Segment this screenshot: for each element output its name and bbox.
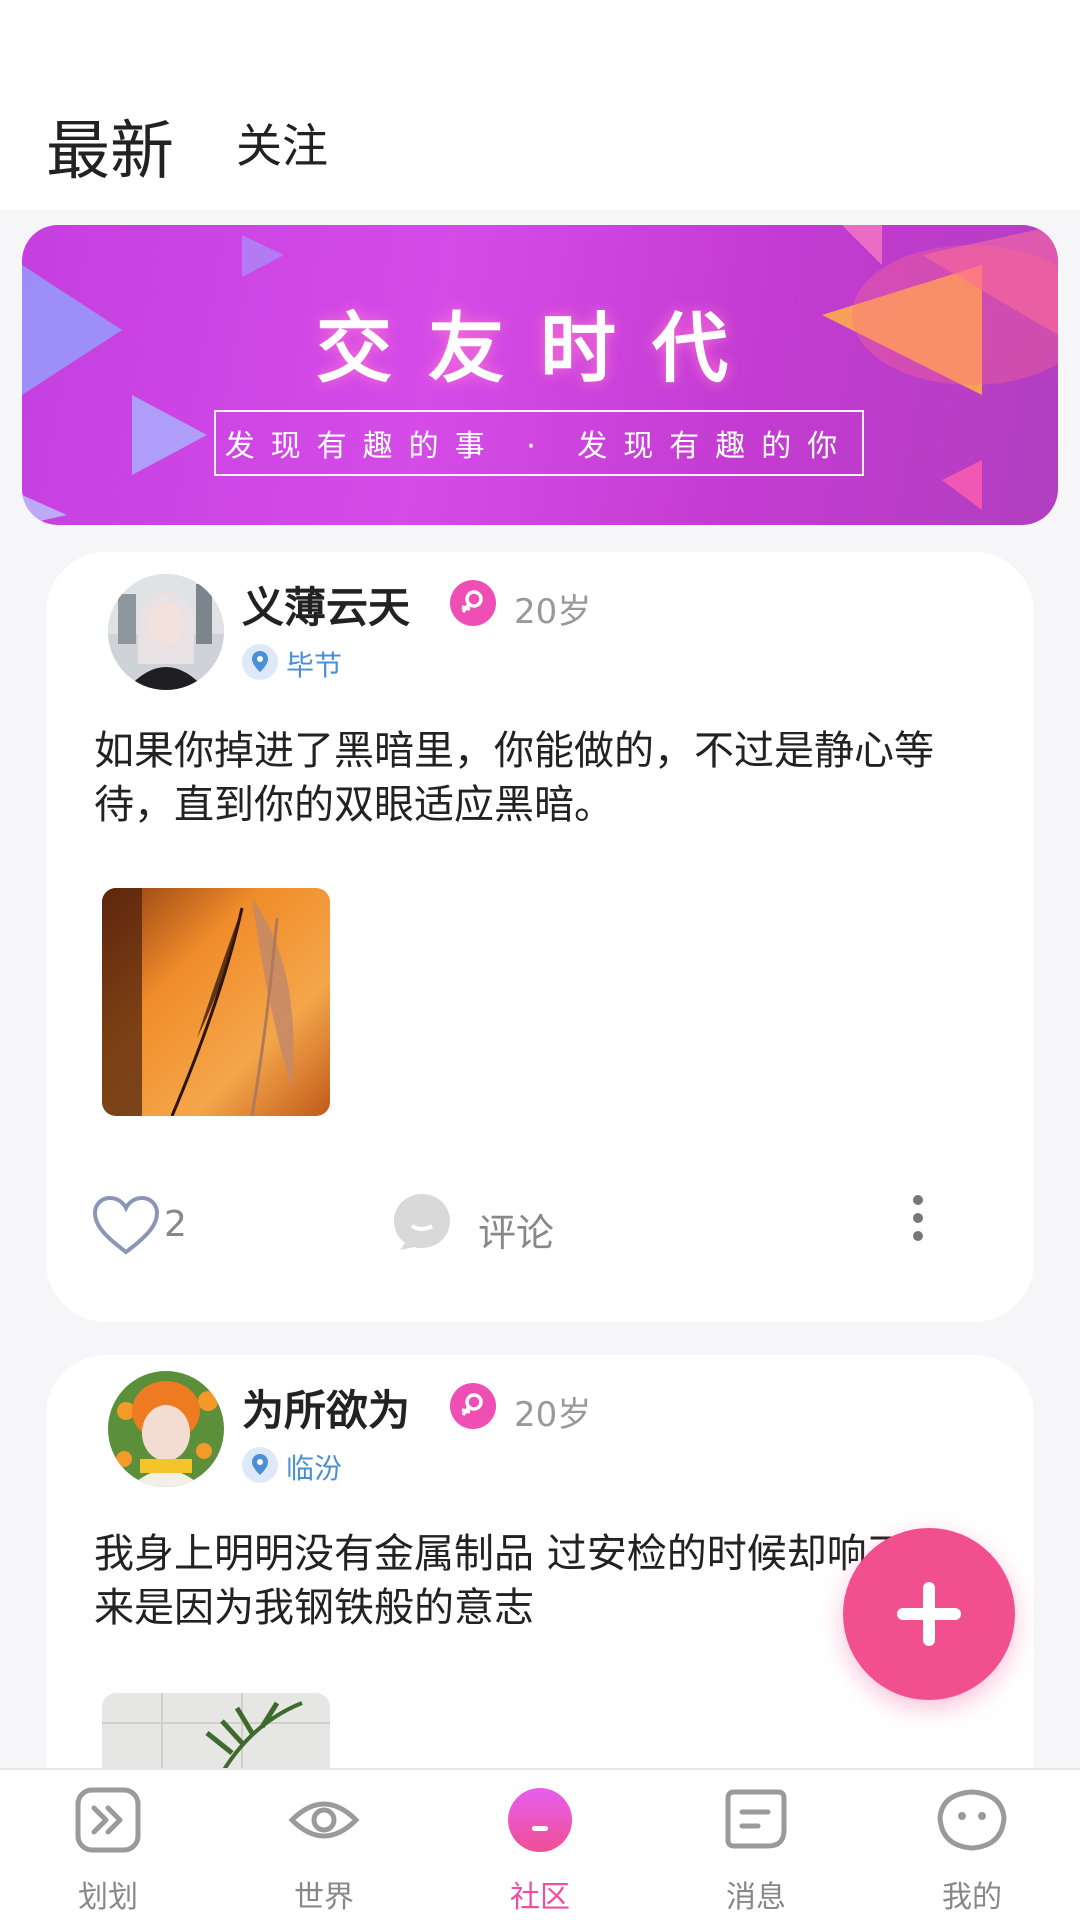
username[interactable]: 为所欲为: [242, 1377, 410, 1438]
promo-banner[interactable]: 交友时代 发现有趣的事 · 发现有趣的你: [22, 225, 1058, 525]
female-icon: [450, 580, 496, 626]
plus-icon: [897, 1582, 961, 1646]
user-location: 毕节: [286, 649, 343, 682]
user-age: 20岁: [514, 592, 592, 632]
location-pin-icon: [242, 1447, 278, 1483]
banner-subtitle: 发现有趣的事 · 发现有趣的你: [224, 429, 854, 464]
nav-item-profile[interactable]: 我的: [864, 1770, 1080, 1920]
create-post-button[interactable]: [843, 1528, 1015, 1700]
photo-image: [102, 888, 330, 1116]
community-screen: 最新 关注 交友时代 发现有趣的事 · 发现有趣的你 义薄云天 20岁 毕节 如…: [0, 0, 1080, 1920]
avatar-image: [108, 1371, 224, 1487]
header: 最新 关注: [0, 0, 1080, 210]
post-text: 我身上明明没有金属制品 过安检的时候却响了 原来是因为我钢铁般的意志: [94, 1531, 960, 1631]
nav-label: 社区: [510, 1880, 570, 1915]
nav-item-swipe[interactable]: 划划: [0, 1770, 216, 1920]
banner-subtitle-box: 发现有趣的事 · 发现有趣的你: [214, 410, 864, 476]
username[interactable]: 义薄云天: [242, 574, 410, 635]
nav-label: 划划: [78, 1880, 138, 1915]
nav-label: 消息: [726, 1880, 786, 1915]
more-options-icon[interactable]: [906, 1192, 930, 1252]
female-icon: [450, 1383, 496, 1429]
swipe-icon: [75, 1787, 141, 1853]
avatar-image: [108, 574, 224, 690]
post-text: 如果你掉进了黑暗里，你能做的，不过是静心等待，直到你的双眼适应黑暗。: [94, 728, 934, 828]
nav-label: 我的: [942, 1880, 1002, 1915]
community-icon: [508, 1788, 572, 1852]
profile-icon: [937, 1789, 1007, 1851]
comment-icon[interactable]: [392, 1192, 452, 1256]
user-location: 临汾: [286, 1452, 343, 1485]
message-icon: [725, 1789, 787, 1849]
nav-item-community[interactable]: 社区: [432, 1770, 648, 1920]
nav-item-world[interactable]: 世界: [216, 1770, 432, 1920]
location-pin-icon: [242, 644, 278, 680]
post-photo[interactable]: [102, 888, 330, 1116]
like-count: 2: [164, 1204, 187, 1245]
eye-icon: [288, 1801, 360, 1839]
avatar[interactable]: [108, 574, 224, 690]
heart-icon[interactable]: [92, 1195, 160, 1260]
tab-following[interactable]: 关注: [236, 110, 328, 176]
avatar[interactable]: [108, 1371, 224, 1487]
nav-label: 世界: [294, 1880, 354, 1915]
banner-title: 交友时代: [316, 304, 764, 393]
nav-item-messages[interactable]: 消息: [648, 1770, 864, 1920]
post-card[interactable]: 义薄云天 20岁 毕节 如果你掉进了黑暗里，你能做的，不过是静心等待，直到你的双…: [46, 552, 1034, 1322]
bottom-nav: 划划 世界 社区 消息 我的: [0, 1768, 1080, 1920]
comment-label[interactable]: 评论: [478, 1202, 554, 1257]
tab-latest[interactable]: 最新: [46, 100, 174, 192]
user-age: 20岁: [514, 1395, 592, 1435]
